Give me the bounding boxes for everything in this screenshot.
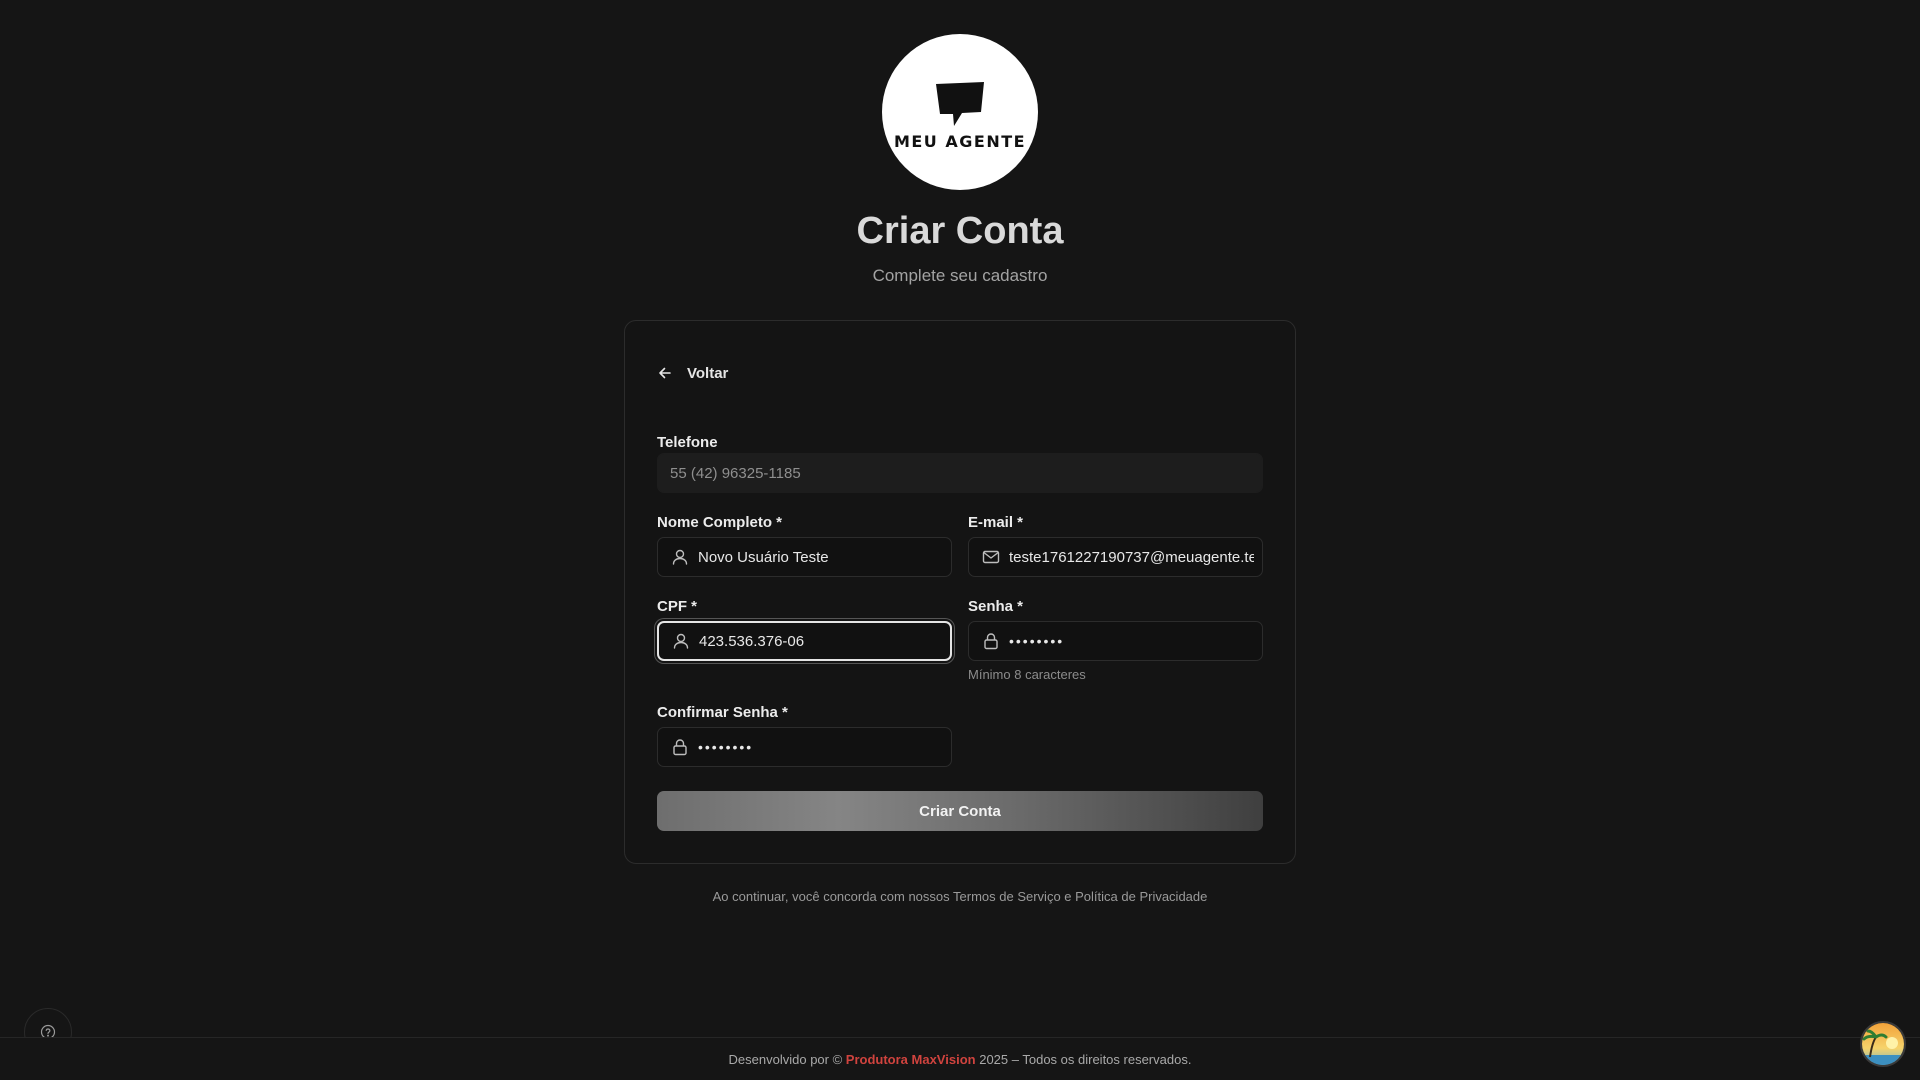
terms-notice: Ao continuar, você concorda com nossos T… [712, 889, 1208, 904]
email-input[interactable] [1009, 548, 1254, 566]
arrow-left-icon [657, 365, 673, 381]
back-button-label: Voltar [687, 364, 729, 382]
cpf-field[interactable] [657, 621, 952, 661]
full-name-label: Nome Completo * [657, 514, 783, 531]
phone-field [657, 453, 1263, 493]
confirm-password-label: Confirmar Senha * [657, 704, 788, 721]
footer-suffix: 2025 – Todos os direitos reservados. [979, 1051, 1192, 1067]
phone-input [670, 464, 1254, 482]
password-field[interactable] [968, 621, 1263, 661]
password-label: Senha * [968, 598, 1024, 615]
lock-icon [670, 737, 690, 757]
user-icon [671, 631, 691, 651]
brand-logo: MEU AGENTE [882, 34, 1038, 190]
signup-card: Voltar Telefone Nome Completo * E-mail * [624, 320, 1296, 864]
phone-label: Telefone [657, 434, 718, 451]
password-hint: Mínimo 8 caracteres [968, 667, 1086, 682]
avatar[interactable] [1860, 1021, 1906, 1067]
page-footer: Desenvolvido por © Produtora MaxVision 2… [0, 1037, 1920, 1080]
confirm-password-input[interactable] [698, 739, 943, 755]
footer-prefix: Desenvolvido por © [728, 1051, 843, 1067]
email-label: E-mail * [968, 514, 1024, 531]
signup-page: MEU AGENTE Criar Conta Complete seu cada… [0, 0, 1920, 1080]
cpf-input[interactable] [699, 632, 942, 650]
lock-icon [981, 631, 1001, 651]
full-name-input[interactable] [698, 548, 943, 566]
full-name-field[interactable] [657, 537, 952, 577]
create-account-button[interactable]: Criar Conta [657, 791, 1263, 831]
brand-logo-text: MEU AGENTE [893, 131, 1027, 151]
user-icon [670, 547, 690, 567]
footer-brand-link[interactable]: Produtora MaxVision [846, 1052, 976, 1067]
confirm-password-field[interactable] [657, 727, 952, 767]
page-subtitle: Complete seu cadastro [872, 266, 1048, 285]
mail-icon [981, 547, 1001, 567]
email-field[interactable] [968, 537, 1263, 577]
speech-bubble-logo-icon [936, 81, 984, 126]
password-input[interactable] [1009, 633, 1254, 649]
page-title: Criar Conta [856, 210, 1064, 252]
cpf-label: CPF * [657, 598, 698, 615]
back-button[interactable]: Voltar [657, 361, 728, 385]
